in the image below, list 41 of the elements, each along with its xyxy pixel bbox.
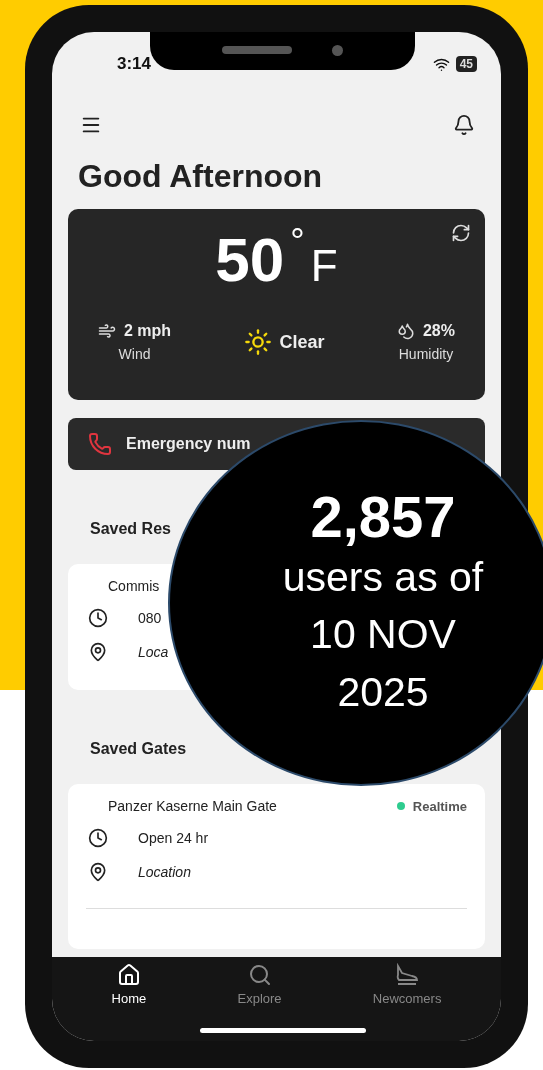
search-icon xyxy=(247,963,272,987)
refresh-icon[interactable] xyxy=(451,223,471,243)
location-pin-icon xyxy=(88,862,108,882)
clock-icon xyxy=(88,828,108,848)
droplets-icon xyxy=(396,322,415,341)
tab-button[interactable]: Newcomers xyxy=(364,963,450,1011)
location-text: Loca xyxy=(138,644,169,660)
caption-line: users as of xyxy=(282,552,484,602)
temperature-unit: F xyxy=(310,241,338,291)
location-text: Location xyxy=(138,864,191,880)
user-count: 2,857 xyxy=(310,485,456,549)
clock-icon xyxy=(88,608,108,628)
location-pin-icon xyxy=(88,642,108,662)
section-title: Saved Gates xyxy=(90,740,188,758)
tab-button[interactable]: Explore xyxy=(229,963,290,1011)
weather-value: 2 mph xyxy=(124,322,172,341)
tab-button[interactable]: Home xyxy=(103,963,155,1011)
gate-card[interactable]: Panzer Kaserne Main Gate Realtime Open 24 hr Location xyxy=(68,784,485,949)
shoe-icon xyxy=(394,963,421,987)
hours-text: 080 xyxy=(138,610,162,626)
weather-value: Clear xyxy=(279,331,325,353)
sun-icon xyxy=(243,328,272,357)
battery-level: 45 xyxy=(455,56,477,72)
gate-name: Panzer Kaserne Main Gate xyxy=(108,798,277,814)
weather-label: Wind xyxy=(118,346,151,363)
weather-label: Humidity xyxy=(398,346,454,363)
bell-icon[interactable] xyxy=(453,114,475,136)
weather-value: 28% xyxy=(422,322,455,341)
degree-sign: ° xyxy=(290,221,305,263)
status-label: Realtime xyxy=(412,798,467,814)
caption-line: 2025 xyxy=(337,667,429,717)
phone-icon xyxy=(88,432,112,456)
home-icon xyxy=(116,963,141,987)
status-time: 3:14 xyxy=(117,54,152,74)
restaurant-name: Commis xyxy=(108,578,160,594)
temperature: 50 xyxy=(215,227,285,293)
wind-icon xyxy=(98,322,116,341)
section-title: Saved Res xyxy=(90,520,172,538)
hours-text: Open 24 hr xyxy=(138,830,209,846)
greeting-title: Good Afternoon xyxy=(78,158,324,195)
caption-line: 10 NOV xyxy=(310,610,456,660)
